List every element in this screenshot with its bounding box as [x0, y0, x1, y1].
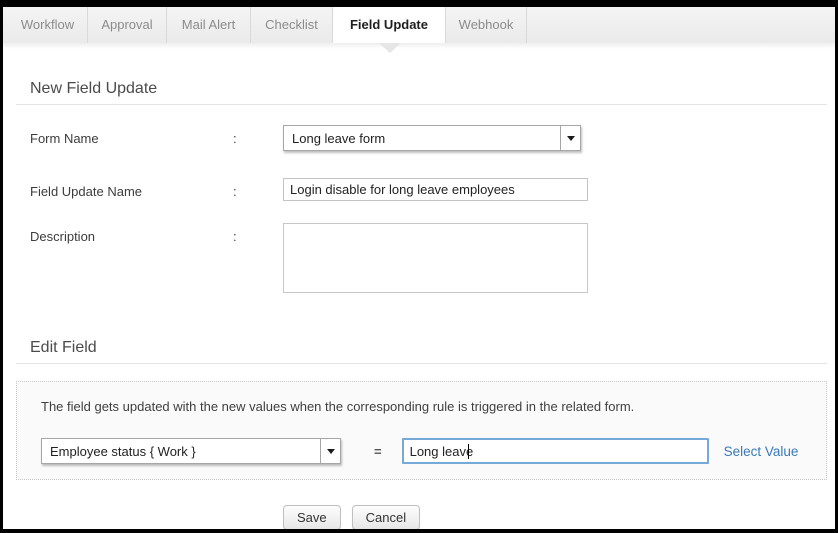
text-cursor: [468, 444, 469, 459]
target-field-select-value: Employee status { Work }: [42, 444, 320, 459]
field-update-name-label: Field Update Name: [30, 178, 233, 199]
section-divider: [16, 104, 827, 105]
app-window: Workflow Approval Mail Alert Checklist F…: [0, 0, 838, 533]
equals-operator: =: [374, 444, 382, 459]
tab-bar: Workflow Approval Mail Alert Checklist F…: [3, 7, 835, 43]
cancel-button[interactable]: Cancel: [352, 505, 420, 530]
description-textarea[interactable]: [283, 223, 588, 293]
tab-workflow[interactable]: Workflow: [8, 7, 88, 43]
action-buttons: Save Cancel: [283, 505, 835, 530]
tab-approval[interactable]: Approval: [88, 7, 167, 43]
description-label: Description: [30, 223, 233, 244]
colon-separator: :: [233, 178, 241, 199]
section-divider: [16, 363, 827, 364]
select-arrow-button[interactable]: [320, 439, 340, 463]
save-button[interactable]: Save: [283, 505, 341, 530]
edit-field-info-text: The field gets updated with the new valu…: [41, 399, 816, 414]
field-update-name-input[interactable]: [283, 178, 588, 201]
tab-checklist[interactable]: Checklist: [251, 7, 333, 43]
section-title-new-field-update: New Field Update: [3, 80, 835, 104]
colon-separator: :: [233, 223, 241, 244]
section-title-edit-field: Edit Field: [3, 339, 835, 363]
form-name-select[interactable]: Long leave form: [283, 125, 581, 151]
form-row-form-name: Form Name : Long leave form: [3, 125, 835, 151]
chevron-down-icon: [567, 136, 575, 141]
tab-webhook[interactable]: Webhook: [446, 7, 527, 43]
field-update-rule-row: Employee status { Work } = Select Value: [41, 438, 816, 464]
form-name-select-value: Long leave form: [284, 131, 560, 146]
select-arrow-button[interactable]: [560, 126, 580, 150]
target-field-select[interactable]: Employee status { Work }: [41, 438, 341, 464]
tab-field-update[interactable]: Field Update: [333, 7, 446, 43]
field-value-input[interactable]: [402, 438, 709, 464]
select-value-link[interactable]: Select Value: [724, 444, 799, 459]
form-row-field-update-name: Field Update Name :: [3, 178, 835, 201]
colon-separator: :: [233, 125, 241, 146]
edit-field-box: The field gets updated with the new valu…: [16, 381, 827, 480]
tab-mail-alert[interactable]: Mail Alert: [167, 7, 251, 43]
form-name-label: Form Name: [30, 125, 233, 146]
form-row-description: Description :: [3, 223, 835, 298]
active-tab-pointer-icon: [379, 43, 401, 53]
chevron-down-icon: [327, 449, 335, 454]
